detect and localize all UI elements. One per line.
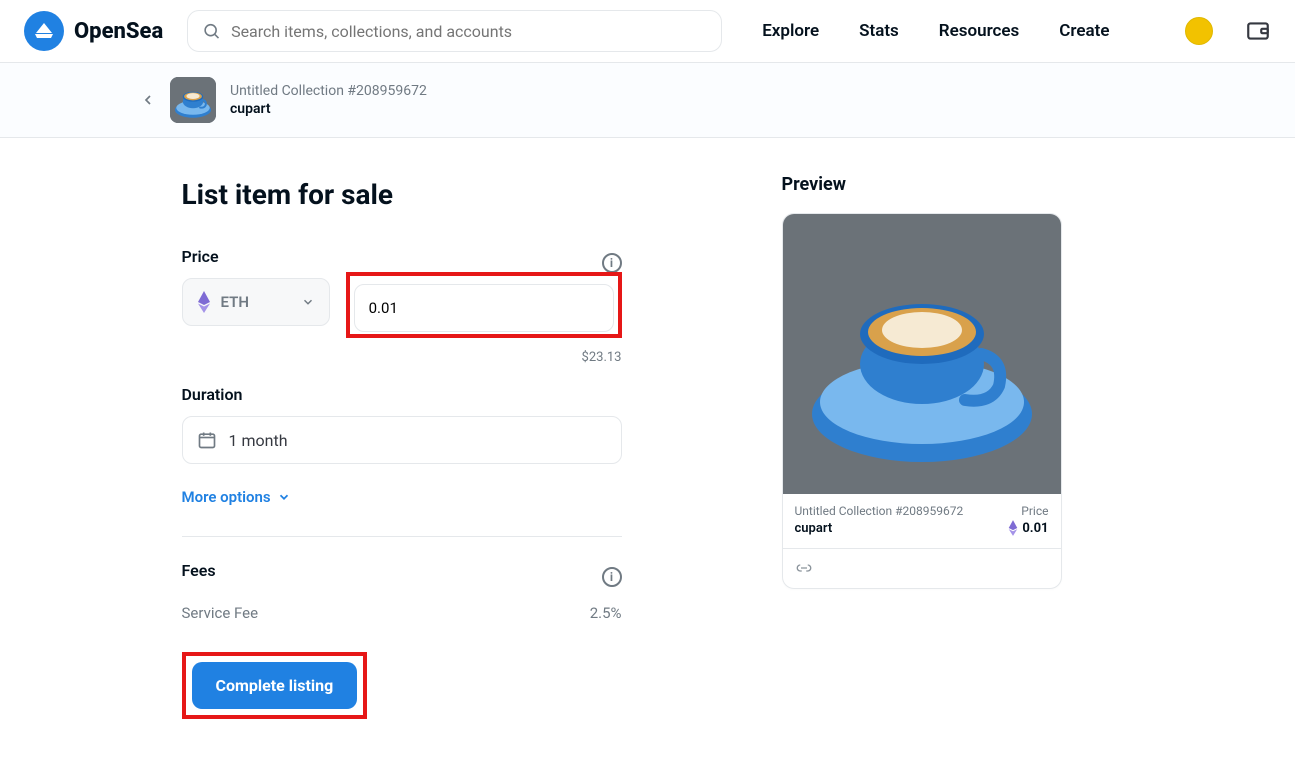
duration-label: Duration	[182, 385, 622, 404]
brand-logo[interactable]: OpenSea	[24, 11, 163, 51]
duration-value: 1 month	[229, 431, 288, 450]
service-fee-label: Service Fee	[182, 604, 259, 622]
page-title: List item for sale	[182, 178, 622, 211]
price-label: Price	[182, 247, 219, 266]
preview-card[interactable]: Untitled Collection #208959672 Price cup…	[782, 213, 1062, 589]
preview-price-label: Price	[1021, 504, 1048, 518]
wallet-icon[interactable]	[1245, 18, 1271, 44]
fees-label: Fees	[182, 561, 216, 580]
info-icon[interactable]: i	[602, 253, 622, 273]
currency-select[interactable]: ETH	[182, 278, 330, 326]
complete-listing-highlight: Complete listing	[182, 652, 368, 719]
link-icon[interactable]	[795, 562, 813, 574]
calendar-icon	[197, 430, 217, 450]
search-icon	[202, 21, 221, 41]
breadcrumb-item-name: cupart	[230, 101, 427, 117]
price-input[interactable]	[354, 284, 614, 332]
price-input-highlight	[346, 272, 622, 338]
breadcrumb-collection[interactable]: Untitled Collection #208959672	[230, 83, 427, 99]
search-input[interactable]	[231, 22, 707, 41]
ethereum-icon	[197, 291, 211, 313]
ethereum-icon	[1008, 520, 1018, 536]
nav-resources[interactable]: Resources	[939, 21, 1020, 41]
preview-item-name: cupart	[795, 521, 833, 536]
user-avatar[interactable]	[1185, 17, 1213, 45]
brand-name: OpenSea	[74, 19, 163, 44]
nav-stats[interactable]: Stats	[859, 21, 899, 41]
currency-label: ETH	[221, 293, 249, 311]
more-options-label: More options	[182, 488, 271, 506]
preview-image	[783, 214, 1061, 494]
back-button[interactable]	[140, 92, 156, 108]
search-box[interactable]	[187, 10, 722, 52]
nav-create[interactable]: Create	[1059, 21, 1109, 41]
preview-price-value: 0.01	[1022, 521, 1048, 536]
chevron-down-icon	[301, 295, 315, 309]
item-thumbnail	[170, 77, 216, 123]
ship-icon	[24, 11, 64, 51]
complete-listing-button[interactable]: Complete listing	[192, 662, 358, 709]
more-options-toggle[interactable]: More options	[182, 488, 622, 506]
nav-explore[interactable]: Explore	[762, 21, 819, 41]
preview-collection: Untitled Collection #208959672	[795, 504, 964, 518]
preview-section-title: Preview	[782, 174, 1224, 195]
price-usd-hint: $23.13	[182, 350, 622, 365]
duration-select[interactable]: 1 month	[182, 416, 622, 464]
service-fee-value: 2.5%	[590, 604, 622, 622]
info-icon[interactable]: i	[602, 567, 622, 587]
chevron-down-icon	[277, 490, 291, 504]
